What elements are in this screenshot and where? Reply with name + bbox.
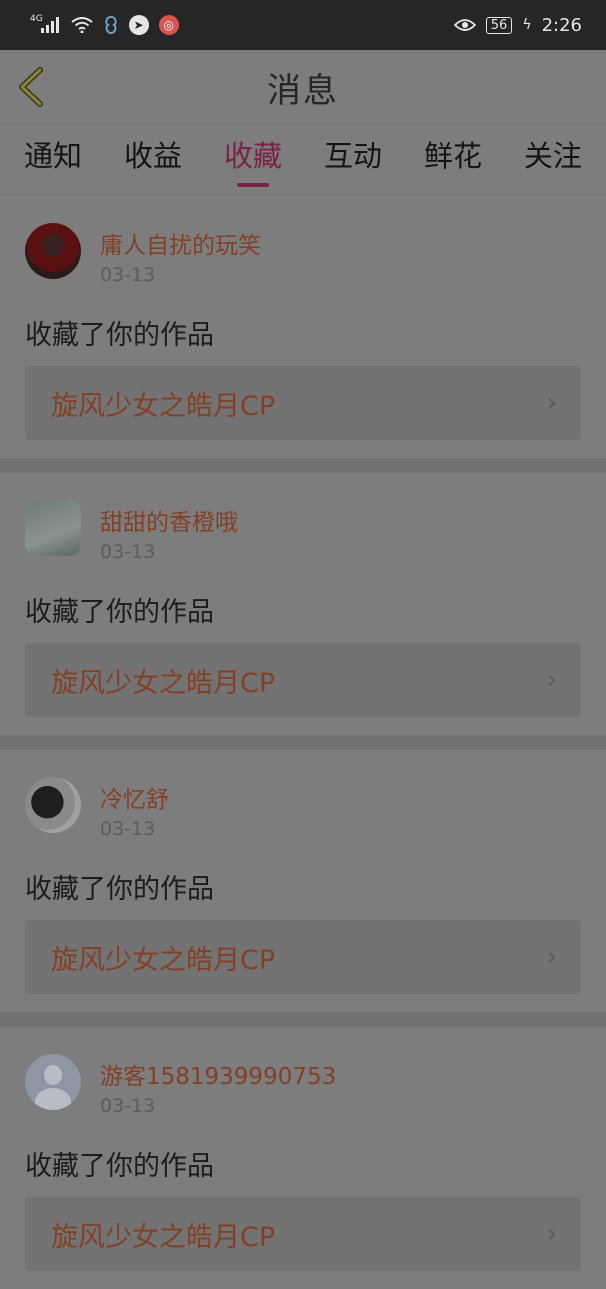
work-title: 旋风少女之皓月CP <box>51 1221 276 1253</box>
status-bar: 4G ➤ ◎ 56 ϟ 2:26 <box>0 0 606 50</box>
card-divider <box>0 735 606 750</box>
work-link[interactable]: 旋风少女之皓月CP › <box>25 643 581 717</box>
network-type-label: 4G <box>30 14 43 24</box>
action-text: 收藏了你的作品 <box>25 320 214 351</box>
tab-earnings[interactable]: 收益 <box>124 135 182 177</box>
tab-follows[interactable]: 关注 <box>524 135 582 177</box>
username[interactable]: 庸人自扰的玩笑 <box>100 226 261 260</box>
chevron-right-icon: › <box>546 665 557 695</box>
message-card: 甜甜的香橙哦 03-13 收藏了你的作品 旋风少女之皓月CP › <box>0 473 606 735</box>
message-date: 03-13 <box>100 1095 156 1117</box>
chevron-right-icon: › <box>546 942 557 972</box>
send-icon: ➤ <box>128 15 149 35</box>
work-link[interactable]: 旋风少女之皓月CP › <box>25 366 581 440</box>
message-card: 冷忆舒 03-13 收藏了你的作品 旋风少女之皓月CP › <box>0 750 606 1012</box>
back-chevron-icon[interactable] <box>16 67 46 107</box>
message-card: 庸人自扰的玩笑 03-13 收藏了你的作品 旋风少女之皓月CP › <box>0 196 606 458</box>
eye-comfort-icon <box>453 18 476 32</box>
default-avatar-icon[interactable] <box>25 1054 81 1110</box>
chevron-right-icon: › <box>546 388 557 418</box>
charging-icon: ϟ <box>522 17 532 33</box>
tab-flowers[interactable]: 鲜花 <box>424 135 482 177</box>
status-time: 2:26 <box>541 14 582 36</box>
tab-notifications[interactable]: 通知 <box>24 135 82 177</box>
cellular-signal-icon: 4G <box>30 14 61 33</box>
message-date: 03-13 <box>100 541 156 563</box>
avatar[interactable] <box>25 500 81 556</box>
wifi-icon <box>71 17 93 33</box>
card-divider <box>0 1012 606 1027</box>
message-date: 03-13 <box>100 264 156 286</box>
tab-bar: 通知 收益 收藏 互动 鲜花 关注 <box>0 125 606 195</box>
message-date: 03-13 <box>100 818 156 840</box>
work-title: 旋风少女之皓月CP <box>51 944 276 976</box>
tab-favorites[interactable]: 收藏 <box>224 135 282 177</box>
action-text: 收藏了你的作品 <box>25 597 214 628</box>
work-link[interactable]: 旋风少女之皓月CP › <box>25 920 581 994</box>
app-notification-icon <box>103 15 119 35</box>
username[interactable]: 甜甜的香橙哦 <box>100 503 238 537</box>
chevron-right-icon: › <box>546 1219 557 1249</box>
work-link[interactable]: 旋风少女之皓月CP › <box>25 1197 581 1271</box>
card-divider <box>0 458 606 473</box>
tab-interactions[interactable]: 互动 <box>324 135 382 177</box>
work-title: 旋风少女之皓月CP <box>51 390 276 422</box>
avatar[interactable] <box>25 223 81 279</box>
username[interactable]: 冷忆舒 <box>100 780 169 814</box>
username[interactable]: 游客1581939990753 <box>100 1057 336 1091</box>
message-card: 游客1581939990753 03-13 收藏了你的作品 旋风少女之皓月CP … <box>0 1027 606 1289</box>
status-bar-left: 4G ➤ ◎ <box>30 14 179 35</box>
action-text: 收藏了你的作品 <box>25 1151 214 1182</box>
page-title: 消息 <box>267 70 339 111</box>
action-text: 收藏了你的作品 <box>25 874 214 905</box>
battery-icon: 56 <box>485 16 513 34</box>
music-app-icon: ◎ <box>158 15 179 35</box>
status-bar-right: 56 ϟ 2:26 <box>453 14 582 36</box>
work-title: 旋风少女之皓月CP <box>51 667 276 699</box>
avatar[interactable] <box>25 777 81 833</box>
app-header: 消息 <box>0 50 606 125</box>
